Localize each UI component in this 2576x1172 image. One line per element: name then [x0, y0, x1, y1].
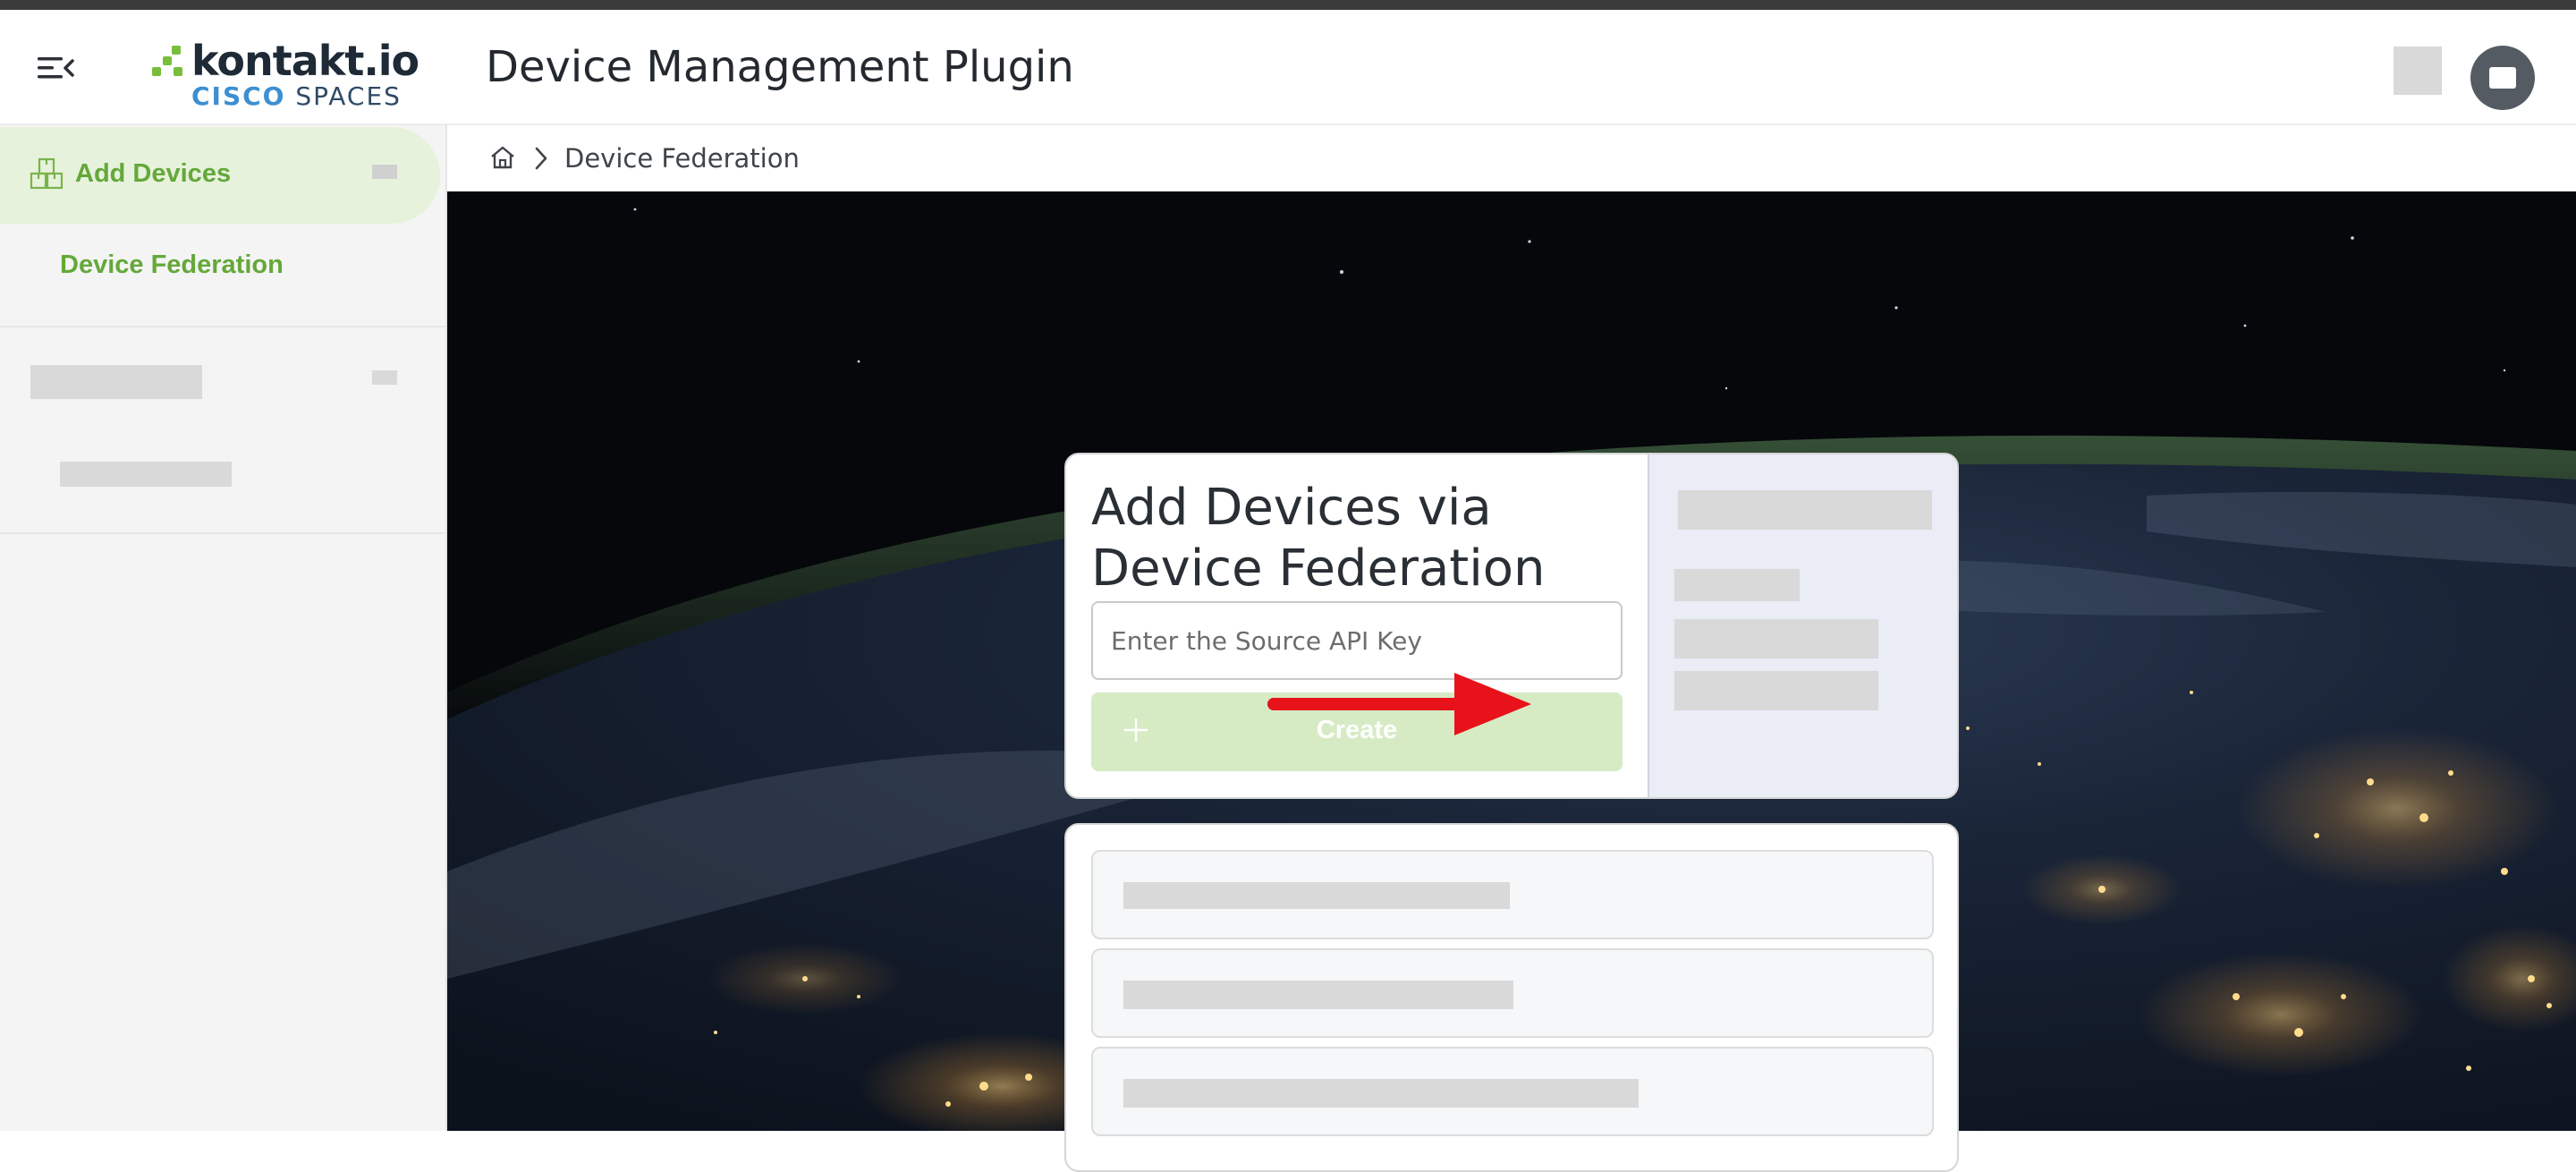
sidebar: Add Devices Device Federation — [0, 125, 447, 1131]
home-icon[interactable] — [488, 143, 517, 172]
chevron-right-icon — [535, 147, 547, 170]
window-top-border — [0, 0, 2576, 10]
list-item[interactable] — [1091, 850, 1934, 939]
logo-subbrand: CISCO SPACES — [191, 81, 402, 111]
red-arrow-annotation-icon — [1267, 673, 1531, 735]
sidebar-divider — [0, 326, 445, 327]
info-heading-placeholder — [1678, 490, 1932, 530]
list-item[interactable] — [1091, 1047, 1934, 1136]
sidebar-group-placeholder[interactable] — [30, 365, 202, 399]
breadcrumb: Device Federation — [447, 125, 2576, 191]
info-line-placeholder — [1674, 569, 1800, 601]
boxes-icon — [30, 157, 64, 190]
logo-spaces-text: SPACES — [295, 81, 402, 111]
list-item-text-placeholder — [1123, 1079, 1639, 1108]
menu-collapse-icon — [38, 57, 74, 79]
header-action-placeholder[interactable] — [2394, 47, 2442, 95]
sidebar-divider — [0, 532, 445, 534]
sidebar-item-add-devices[interactable]: Add Devices — [0, 127, 440, 224]
info-line-placeholder — [1674, 619, 1878, 658]
list-item-text-placeholder — [1123, 981, 1513, 1009]
card-title: Add Devices via Device Federation — [1091, 479, 1546, 598]
list-item-text-placeholder — [1123, 882, 1510, 909]
logo-cisco-text: CISCO — [191, 81, 286, 111]
app-header: kontakt.io CISCO SPACES Device Managemen… — [0, 10, 2576, 125]
kontakt-logo[interactable]: kontakt.io CISCO SPACES — [150, 31, 419, 112]
logo-wordmark: kontakt.io — [191, 37, 419, 85]
collapse-toggle-placeholder[interactable] — [372, 370, 397, 385]
sidebar-item-label: Add Devices — [75, 159, 232, 188]
federation-info-panel — [1648, 454, 1957, 797]
collapse-toggle-placeholder[interactable] — [372, 165, 397, 179]
page-title: Device Management Plugin — [486, 42, 1074, 92]
user-avatar[interactable] — [2470, 46, 2535, 110]
list-item[interactable] — [1091, 948, 1934, 1038]
avatar-icon — [2489, 67, 2516, 89]
device-federation-card: Add Devices via Device Federation Create — [1064, 453, 1959, 799]
info-line-placeholder — [1674, 671, 1878, 710]
kontakt-logo-mark-icon — [152, 46, 182, 76]
main-content: Device Federation Add Devices via Device… — [447, 125, 2576, 1172]
breadcrumb-current: Device Federation — [564, 143, 800, 174]
sidebar-item-device-federation[interactable]: Device Federation — [60, 251, 284, 280]
federation-form: Add Devices via Device Federation Create — [1066, 454, 1648, 797]
federation-list-card — [1064, 823, 1959, 1172]
sidebar-child-placeholder[interactable] — [60, 462, 232, 487]
collapse-menu-button[interactable] — [36, 55, 75, 81]
